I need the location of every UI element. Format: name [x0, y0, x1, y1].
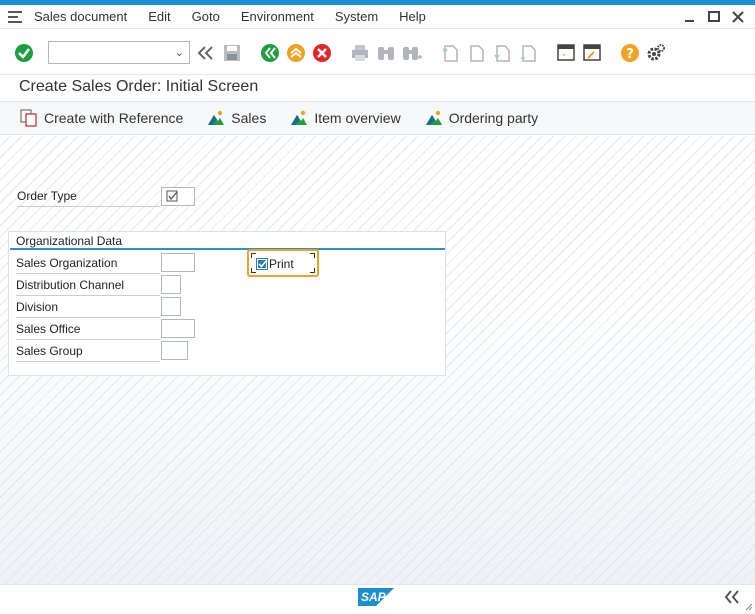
sap-logo-text: SAP — [361, 590, 386, 604]
menu-edit[interactable]: Edit — [148, 9, 170, 24]
mountain-icon — [291, 110, 308, 125]
menu-environment[interactable]: Environment — [241, 9, 314, 24]
help-icon[interactable]: ? — [620, 43, 640, 63]
cancel-icon[interactable] — [312, 43, 332, 63]
mountain-icon — [425, 110, 442, 125]
save-icon[interactable] — [222, 43, 242, 63]
new-session-icon[interactable] — [556, 43, 576, 63]
next-page-icon[interactable] — [492, 43, 512, 63]
chevron-down-icon[interactable]: ⌄ — [175, 46, 184, 59]
sales-group-label: Sales Group — [16, 344, 160, 362]
copy-document-icon — [20, 109, 37, 127]
command-field[interactable]: ⌄ — [48, 41, 190, 64]
find-icon[interactable] — [376, 43, 396, 63]
print-icon[interactable] — [350, 43, 370, 63]
window-controls — [683, 11, 745, 23]
sales-organization-input[interactable] — [161, 253, 195, 272]
create-with-reference-button[interactable]: Create with Reference — [20, 109, 183, 127]
item-overview-button[interactable]: Item overview — [290, 110, 401, 126]
distribution-channel-input[interactable] — [161, 275, 181, 294]
menu-bar: Sales document Edit Goto Environment Sys… — [0, 5, 755, 29]
organizational-data-title: Organizational Data — [16, 234, 123, 248]
item-overview-label: Item overview — [314, 110, 401, 126]
sap-logo: SAP — [358, 588, 394, 606]
group-divider — [10, 248, 445, 250]
resize-grip-icon[interactable] — [743, 600, 753, 614]
mountain-icon — [208, 110, 225, 125]
order-type-label: Order Type — [17, 189, 160, 207]
print-checkbox-focus[interactable]: Print — [247, 249, 319, 277]
print-checkbox[interactable] — [256, 258, 268, 270]
ordering-party-button[interactable]: Ordering party — [425, 110, 538, 126]
page-title: Create Sales Order: Initial Screen — [19, 78, 259, 95]
standard-toolbar: ⌄ ? — [0, 30, 755, 75]
minimize-icon[interactable] — [683, 11, 697, 23]
sales-label: Sales — [231, 110, 267, 126]
find-next-icon[interactable] — [402, 43, 422, 63]
sales-button[interactable]: Sales — [207, 110, 266, 126]
print-label: Print — [269, 257, 294, 271]
enter-icon[interactable] — [14, 43, 34, 63]
previous-page-icon[interactable] — [466, 43, 486, 63]
menu-system[interactable]: System — [335, 9, 378, 24]
sales-organization-label: Sales Organization — [16, 256, 160, 274]
menu-help[interactable]: Help — [399, 9, 426, 24]
exit-icon[interactable] — [286, 43, 306, 63]
settings-gear-icon[interactable] — [646, 43, 666, 63]
ordering-party-label: Ordering party — [448, 110, 539, 126]
required-check-icon — [166, 190, 178, 202]
sales-office-input[interactable] — [161, 319, 195, 338]
division-label: Division — [16, 300, 160, 318]
division-input[interactable] — [161, 297, 181, 316]
double-chevron-left-icon[interactable] — [196, 43, 216, 63]
menu-goto[interactable]: Goto — [192, 9, 220, 24]
maximize-icon[interactable] — [707, 11, 721, 23]
distribution-channel-label: Distribution Channel — [16, 278, 160, 296]
menu-list-icon[interactable] — [8, 10, 24, 23]
order-type-input[interactable] — [161, 187, 195, 206]
sales-group-input[interactable] — [161, 341, 188, 360]
close-icon[interactable] — [731, 11, 745, 23]
last-page-icon[interactable] — [518, 43, 538, 63]
back-icon[interactable] — [260, 43, 280, 63]
checkmark-icon — [258, 260, 267, 268]
first-page-icon[interactable] — [440, 43, 460, 63]
generate-shortcut-icon[interactable] — [582, 43, 602, 63]
menu-sales-document[interactable]: Sales document — [34, 9, 127, 24]
create-with-reference-label: Create with Reference — [44, 110, 184, 126]
double-chevron-left-icon[interactable] — [723, 588, 741, 609]
sales-office-label: Sales Office — [16, 322, 160, 340]
svg-text:?: ? — [626, 47, 634, 62]
application-toolbar: Create with Reference Sales Item overvie… — [0, 101, 755, 135]
